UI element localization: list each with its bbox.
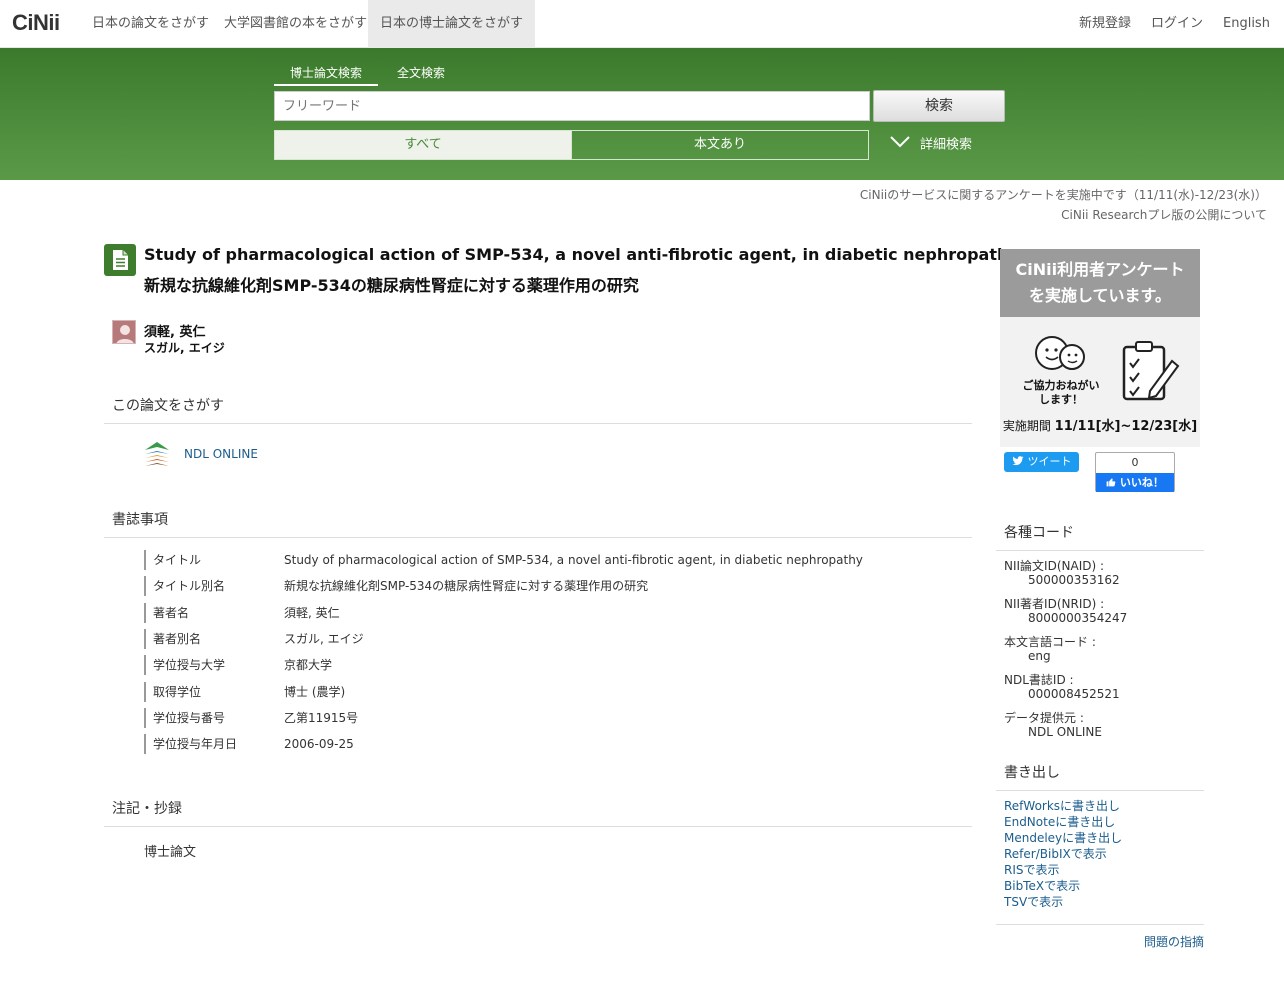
nav-tab-dissertations[interactable]: 日本の博士論文をさがす	[368, 0, 536, 48]
banner-period-dates: 11/11[水]~12/23[水]	[1054, 419, 1198, 434]
tab-fulltext-search[interactable]: 全文検索	[381, 64, 461, 86]
bib-row: 学位授与年月日 2006-09-25	[144, 734, 972, 754]
banner-title: CiNii利用者アンケート を実施しています。	[1000, 249, 1200, 317]
banner-title-line2: を実施しています。	[1029, 286, 1171, 305]
banner-period: 実施期間 11/11[水]~12/23[水]	[1000, 415, 1200, 434]
title-english: Study of pharmacological action of SMP-5…	[144, 245, 1019, 264]
report-problem-link[interactable]: 問題の指摘	[1144, 933, 1204, 950]
bib-label: 学位授与年月日	[144, 734, 284, 754]
author-kana: スガル, エイジ	[144, 341, 225, 355]
bib-label: タイトル	[144, 550, 284, 570]
document-icon	[104, 244, 136, 276]
note-text: 博士論文	[144, 845, 197, 860]
bib-label: タイトル別名	[144, 576, 284, 596]
chat-faces-icon	[1035, 336, 1085, 370]
bib-value: Study of pharmacological action of SMP-5…	[284, 553, 863, 567]
banner-coop: ご協力おねがい します！	[1018, 379, 1104, 407]
survey-banner[interactable]: CiNii利用者アンケート を実施しています。 ご協力おねがい します！ 実施期…	[1000, 249, 1200, 447]
tweet-button[interactable]: ツイート	[1004, 452, 1079, 472]
code-label: NII論文ID(NAID) :	[1004, 559, 1105, 573]
codes-heading: 各種コード	[996, 522, 1204, 551]
ndl-online-link[interactable]: NDL ONLINE	[184, 447, 258, 461]
code-label: データ提供元 :	[1004, 711, 1084, 725]
sidebar-divider	[996, 924, 1204, 925]
bib-value: 博士 (農学)	[284, 685, 346, 699]
twitter-bird-icon	[1012, 456, 1024, 466]
bib-value: 須軽, 英仁	[284, 606, 340, 620]
banner-period-label: 実施期間	[1002, 419, 1051, 433]
filter-all-toggle[interactable]: すべて	[274, 130, 572, 160]
export-mendeley-link[interactable]: Mendeleyに書き出し	[1004, 829, 1122, 846]
bib-label: 著者名	[144, 603, 284, 623]
bib-row: 取得学位 博士 (農学)	[144, 682, 972, 702]
cinii-logo[interactable]: CiNii	[12, 10, 60, 36]
like-button[interactable]: いいね！	[1096, 473, 1174, 492]
top-nav: CiNii 日本の論文をさがす 大学図書館の本をさがす 日本の博士論文をさがす …	[0, 0, 1284, 48]
bib-label: 学位授与番号	[144, 708, 284, 728]
export-ris-link[interactable]: RISで表示	[1004, 861, 1060, 878]
bib-row: タイトル別名 新規な抗線維化剤SMP-534の糖尿病性腎症に対する薬理作用の研究	[144, 576, 972, 596]
like-count: 0	[1131, 456, 1139, 469]
tab-dissertation-search[interactable]: 博士論文検索	[274, 64, 379, 86]
nav-tab-books[interactable]: 大学図書館の本をさがす	[212, 0, 379, 48]
bib-row: 著者別名 スガル, エイジ	[144, 629, 972, 649]
export-bibtex-link[interactable]: BibTeXで表示	[1004, 877, 1080, 894]
code-value: 000008452521	[1028, 687, 1120, 701]
code-value: 8000000354247	[1028, 611, 1128, 625]
code-label: NDL書誌ID :	[1004, 673, 1074, 687]
bib-label: 著者別名	[144, 629, 284, 649]
export-endnote-link[interactable]: EndNoteに書き出し	[1004, 813, 1115, 830]
advanced-search-link[interactable]: 詳細検索	[890, 130, 972, 160]
bib-value: 2006-09-25	[284, 737, 354, 751]
nav-tab-articles[interactable]: 日本の論文をさがす	[80, 0, 221, 48]
bib-label: 学位授与大学	[144, 655, 284, 675]
ndl-logo-icon	[144, 440, 170, 468]
advanced-search-label: 詳細検索	[920, 137, 973, 153]
author-avatar-icon	[112, 320, 136, 344]
bib-row: 学位授与番号 乙第11915号	[144, 708, 972, 728]
banner-coop-line2: します！	[1039, 393, 1083, 406]
bib-value: スガル, エイジ	[284, 632, 364, 646]
bib-row: 著者名 須軽, 英仁	[144, 603, 972, 623]
section-heading-find: この論文をさがす	[104, 395, 972, 424]
filter-fulltext-toggle[interactable]: 本文あり	[571, 130, 869, 160]
export-refer-link[interactable]: Refer/BibIXで表示	[1004, 845, 1107, 862]
section-heading-notes: 注記・抄録	[104, 798, 972, 827]
code-value: eng	[1028, 649, 1051, 663]
facebook-like-widget[interactable]: 0 いいね！	[1095, 452, 1175, 492]
thumbs-up-icon	[1106, 478, 1116, 487]
author-name[interactable]: 須軽, 英仁	[144, 321, 205, 340]
export-heading: 書き出し	[996, 762, 1204, 791]
like-label: いいね！	[1119, 476, 1164, 489]
bib-row: 学位授与大学 京都大学	[144, 655, 972, 675]
search-input[interactable]	[274, 91, 870, 121]
english-link[interactable]: English	[1223, 0, 1270, 48]
export-tsv-link[interactable]: TSVで表示	[1004, 893, 1063, 910]
checklist-icon	[1122, 341, 1180, 401]
bib-value: 新規な抗線維化剤SMP-534の糖尿病性腎症に対する薬理作用の研究	[284, 579, 649, 593]
banner-coop-line1: ご協力おねがい	[1022, 379, 1100, 392]
search-band: 博士論文検索 全文検索 検索 すべて 本文あり 詳細検索	[0, 48, 1284, 180]
banner-title-line1: CiNii利用者アンケート	[1015, 260, 1185, 279]
register-link[interactable]: 新規登録	[1079, 0, 1131, 48]
bib-value: 京都大学	[284, 658, 333, 672]
bib-label: 取得学位	[144, 682, 284, 702]
survey-notice-link[interactable]: CiNiiのサービスに関するアンケートを実施中です（11/11(水)-12/23…	[860, 186, 1267, 203]
research-notice-link[interactable]: CiNii Researchプレ版の公開について	[1061, 206, 1267, 223]
search-button[interactable]: 検索	[873, 90, 1005, 122]
section-heading-bibliography: 書誌事項	[104, 509, 972, 538]
code-value: NDL ONLINE	[1028, 725, 1102, 739]
export-refworks-link[interactable]: RefWorksに書き出し	[1004, 797, 1120, 814]
chevron-down-icon	[890, 130, 910, 160]
code-value: 500000353162	[1028, 573, 1120, 587]
title-japanese: 新規な抗線維化剤SMP-534の糖尿病性腎症に対する薬理作用の研究	[144, 276, 639, 295]
tweet-label: ツイート	[1027, 455, 1072, 468]
code-label: NII著者ID(NRID) :	[1004, 597, 1105, 611]
bib-value: 乙第11915号	[284, 711, 359, 725]
code-label: 本文言語コード :	[1004, 635, 1096, 649]
bib-row: タイトル Study of pharmacological action of …	[144, 550, 972, 570]
login-link[interactable]: ログイン	[1151, 0, 1203, 48]
